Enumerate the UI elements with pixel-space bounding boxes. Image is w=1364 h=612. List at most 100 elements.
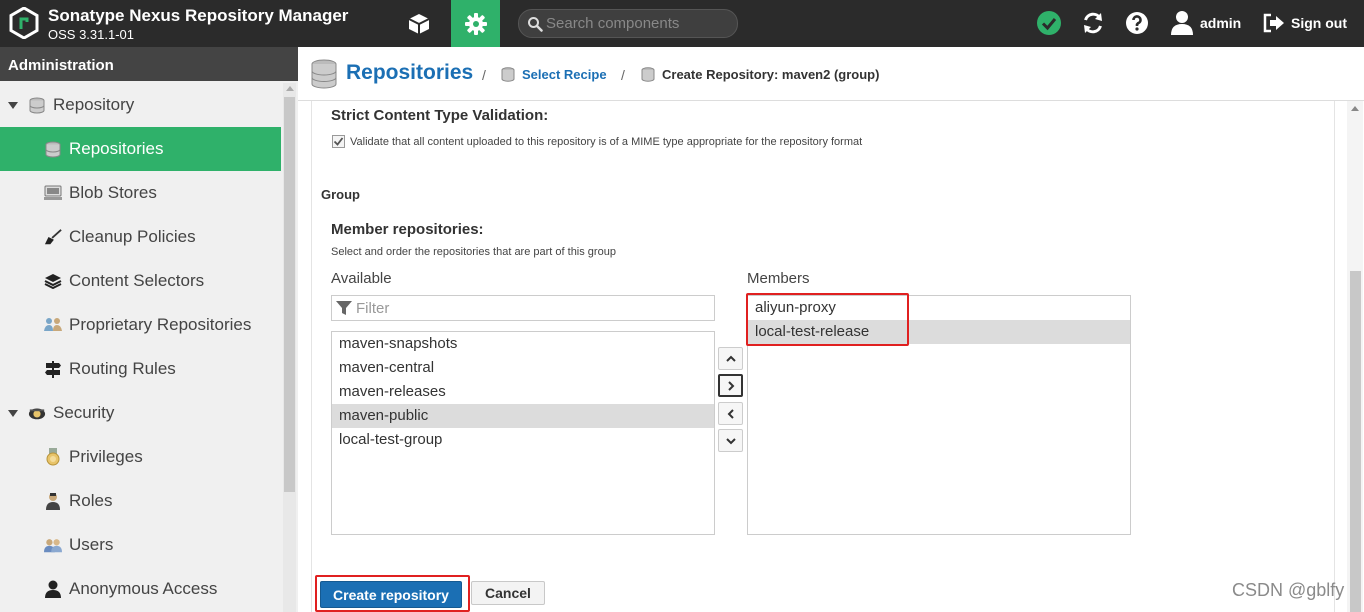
sidebar-item-repositories[interactable]: Repositories <box>0 127 281 171</box>
create-repository-button[interactable]: Create repository <box>320 581 462 608</box>
database-icon <box>28 96 46 114</box>
sidebar-header: Administration <box>0 47 298 81</box>
filter-input[interactable] <box>356 299 706 318</box>
sidebar-item-routing-rules[interactable]: Routing Rules <box>0 347 281 391</box>
available-label: Available <box>331 270 392 287</box>
strict-validation-title: Strict Content Type Validation: <box>331 107 549 124</box>
member-repositories-title: Member repositories: <box>331 221 484 238</box>
sidebar-item-cleanup-policies[interactable]: Cleanup Policies <box>0 215 281 259</box>
members-list[interactable]: aliyun-proxy local-test-release <box>747 295 1131 535</box>
sidebar-item-privileges[interactable]: Privileges <box>0 435 281 479</box>
app-title: Sonatype Nexus Repository Manager <box>48 6 349 25</box>
search-components <box>518 9 738 38</box>
sidebar-item-roles[interactable]: Roles <box>0 479 281 523</box>
move-up-button[interactable] <box>718 347 743 370</box>
people-icon <box>44 316 62 334</box>
sidebar-item-label: Privileges <box>69 447 143 466</box>
caret-down-icon[interactable] <box>8 407 20 419</box>
sidebar-item-users[interactable]: Users <box>0 523 281 567</box>
watermark: CSDN @gblfy <box>1232 580 1345 600</box>
create-repository-form: Strict Content Type Validation: Validate… <box>311 101 1335 612</box>
list-item[interactable]: aliyun-proxy <box>748 296 1130 320</box>
list-item[interactable]: maven-snapshots <box>332 332 714 356</box>
user-icon <box>1171 11 1193 35</box>
list-item[interactable]: maven-releases <box>332 380 714 404</box>
remove-from-members-button[interactable] <box>718 402 743 425</box>
sidebar-item-label: Users <box>69 535 114 554</box>
top-bar: Sonatype Nexus Repository Manager OSS 3.… <box>0 0 1364 47</box>
main-scrollbar[interactable] <box>1347 101 1363 612</box>
sidebar-item-security[interactable]: Security <box>0 391 281 435</box>
sidebar-item-label: Repositories <box>69 139 164 158</box>
chevron-right-icon <box>727 380 734 391</box>
scroll-up-arrow-icon[interactable] <box>286 86 294 91</box>
search-icon <box>528 17 543 32</box>
search-input[interactable] <box>546 13 731 34</box>
group-section-title: Group <box>321 187 360 202</box>
browse-button[interactable] <box>396 0 442 47</box>
help-icon <box>1126 12 1148 34</box>
sidebar-item-label: Anonymous Access <box>69 579 218 598</box>
database-icon <box>641 67 655 82</box>
sign-out-icon <box>1263 13 1284 33</box>
user-icon <box>44 580 62 598</box>
database-icon <box>311 59 337 89</box>
list-item[interactable]: maven-central <box>332 356 714 380</box>
gear-icon <box>464 12 487 35</box>
system-status-button[interactable] <box>1035 9 1063 37</box>
layers-icon <box>44 272 62 290</box>
app-version: OSS 3.31.1-01 <box>48 27 134 42</box>
page-title[interactable]: Repositories <box>346 61 473 85</box>
role-icon <box>44 492 62 510</box>
move-down-button[interactable] <box>718 429 743 452</box>
check-circle-icon <box>1037 11 1061 35</box>
medal-icon <box>44 448 62 466</box>
sidebar-item-label: Content Selectors <box>69 271 205 290</box>
cancel-button[interactable]: Cancel <box>471 581 545 605</box>
broom-icon <box>44 228 62 246</box>
refresh-icon <box>1084 12 1102 34</box>
strict-validation-description: Validate that all content uploaded to th… <box>350 136 863 148</box>
sign-out-button[interactable]: Sign out <box>1263 8 1347 38</box>
available-list[interactable]: maven-snapshots maven-central maven-releas… <box>331 331 715 535</box>
breadcrumb-current: Create Repository: maven2 (group) <box>662 67 880 82</box>
caret-down-icon[interactable] <box>8 99 20 111</box>
checkmark-icon <box>333 137 344 146</box>
sidebar-item-label: Security <box>53 403 115 422</box>
main-scroll-thumb[interactable] <box>1350 271 1361 612</box>
server-icon <box>44 184 62 202</box>
database-icon <box>501 67 515 82</box>
users-icon <box>44 536 62 554</box>
sign-out-label: Sign out <box>1291 15 1347 31</box>
sidebar-item-repository[interactable]: Repository <box>0 83 281 127</box>
member-repositories-description: Select and order the repositories that a… <box>331 246 616 258</box>
list-item[interactable]: maven-public <box>332 404 714 428</box>
breadcrumb-select-recipe[interactable]: Select Recipe <box>522 67 607 82</box>
sidebar-item-proprietary-repositories[interactable]: Proprietary Repositories <box>0 303 281 347</box>
user-menu[interactable]: admin <box>1170 8 1241 38</box>
breadcrumb: Repositories / Select Recipe / Create Re… <box>298 47 1364 101</box>
list-item[interactable]: local-test-release <box>748 320 1130 344</box>
sidebar-item-blob-stores[interactable]: Blob Stores <box>0 171 281 215</box>
strict-validation-checkbox[interactable] <box>332 135 345 148</box>
sidebar-item-label: Routing Rules <box>69 359 176 378</box>
sidebar-item-anonymous-access[interactable]: Anonymous Access <box>0 567 281 611</box>
sidebar-item-label: Cleanup Policies <box>69 227 196 246</box>
sidebar-item-content-selectors[interactable]: Content Selectors <box>0 259 281 303</box>
scroll-up-arrow-icon[interactable] <box>1351 106 1359 111</box>
database-icon <box>44 140 62 158</box>
sidebar-item-label: Blob Stores <box>69 183 157 202</box>
chevron-down-icon <box>725 437 736 444</box>
nexus-logo-icon[interactable] <box>9 7 39 39</box>
sidebar-scrollbar[interactable] <box>283 83 296 612</box>
sidebar-scroll-thumb[interactable] <box>284 97 295 492</box>
chevron-left-icon <box>727 408 734 419</box>
refresh-button[interactable] <box>1079 9 1107 37</box>
filter-field <box>331 295 715 321</box>
help-button[interactable] <box>1123 9 1151 37</box>
nav-tree: Repository Repositories Blob Stores Cleanup… <box>0 83 281 611</box>
administration-button[interactable] <box>451 0 500 47</box>
list-item[interactable]: local-test-group <box>332 428 714 452</box>
sidebar-item-label: Roles <box>69 491 113 510</box>
add-to-members-button[interactable] <box>718 374 743 397</box>
